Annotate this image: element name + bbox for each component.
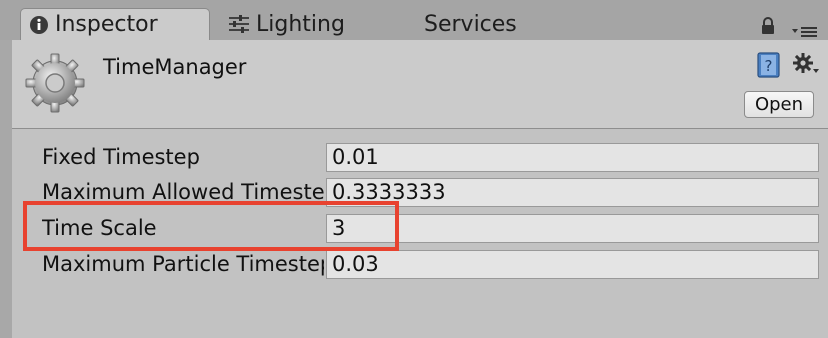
property-row-maximum-particle-timestep: Maximum Particle Timestep 0.03 bbox=[12, 250, 828, 280]
inspector-header: TimeManager ? Open bbox=[12, 40, 828, 129]
tab-bar: Inspector Lighting Services bbox=[0, 0, 828, 40]
component-settings-gear-icon[interactable] bbox=[793, 52, 821, 80]
tab-lighting[interactable]: Lighting bbox=[228, 8, 345, 40]
property-row-maximum-allowed-timestep: Maximum Allowed Timestep 0.3333333 bbox=[12, 178, 828, 208]
sliders-icon bbox=[228, 14, 250, 34]
property-row-fixed-timestep: Fixed Timestep 0.01 bbox=[12, 143, 828, 173]
property-label: Maximum Particle Timestep bbox=[42, 252, 324, 276]
fixed-timestep-field[interactable]: 0.01 bbox=[326, 143, 819, 172]
property-label: Time Scale bbox=[42, 216, 157, 240]
tab-services-label: Services bbox=[424, 11, 517, 37]
property-label: Maximum Allowed Timestep bbox=[42, 180, 324, 204]
properties-panel: Fixed Timestep 0.01 Maximum Allowed Time… bbox=[12, 129, 828, 338]
tab-lighting-label: Lighting bbox=[256, 11, 345, 37]
component-title: TimeManager bbox=[103, 55, 247, 79]
tab-inspector-label: Inspector bbox=[55, 12, 158, 37]
help-book-icon[interactable]: ? bbox=[757, 52, 781, 82]
lock-icon[interactable] bbox=[760, 16, 776, 40]
maximum-particle-timestep-field[interactable]: 0.03 bbox=[326, 250, 819, 279]
svg-text:?: ? bbox=[765, 57, 773, 75]
time-scale-field[interactable]: 3 bbox=[326, 214, 819, 243]
property-row-time-scale: Time Scale 3 bbox=[12, 214, 828, 244]
tab-inspector[interactable]: Inspector bbox=[20, 8, 210, 40]
component-gear-icon bbox=[24, 52, 86, 118]
open-button[interactable]: Open bbox=[744, 91, 814, 118]
info-icon bbox=[29, 15, 49, 35]
tab-services[interactable]: Services bbox=[424, 8, 517, 40]
property-label: Fixed Timestep bbox=[42, 145, 200, 169]
maximum-allowed-timestep-field[interactable]: 0.3333333 bbox=[326, 178, 819, 207]
